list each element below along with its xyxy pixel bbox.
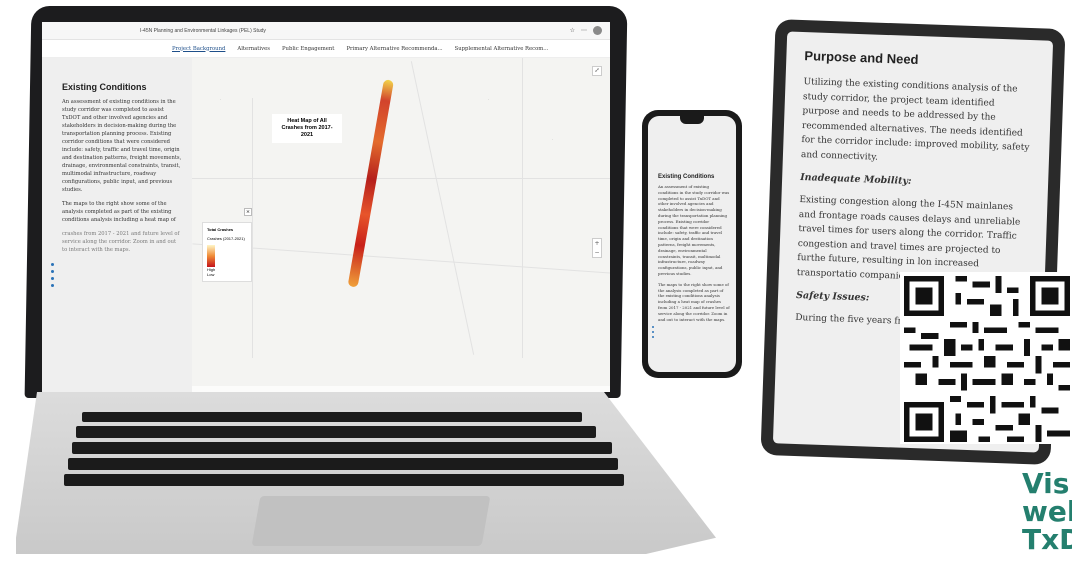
map-town-label: · [488, 98, 490, 102]
phone-paragraph: The maps to the right show some of the a… [658, 281, 730, 322]
laptop-device: I-45N Planning and Environmental Linkage… [0, 0, 716, 562]
phone-title: Existing Conditions [658, 174, 715, 180]
keyboard-row [64, 474, 624, 486]
phone-device: Existing Conditions An assessment of exi… [642, 110, 742, 378]
story-progress-dots[interactable] [51, 263, 54, 287]
story-side-panel: Existing Conditions An assessment of exi… [42, 58, 192, 392]
phone-progress-dots[interactable] [652, 326, 654, 338]
cta-line: TxD [1022, 523, 1072, 556]
panel-title: Existing Conditions [62, 82, 147, 92]
map-road [192, 243, 610, 274]
laptop-base [16, 392, 716, 554]
keyboard-row [72, 442, 612, 454]
tab-supplemental-alternative[interactable]: Supplemental Alternative Recom... [455, 46, 549, 52]
legend-subtitle: Crashes (2017-2021) [207, 236, 245, 241]
progress-dot[interactable] [51, 270, 54, 273]
qr-code-icon [904, 276, 1070, 442]
tab-project-background[interactable]: Project Background [172, 46, 225, 52]
map-town-label: · [552, 138, 554, 142]
laptop-screen: I-45N Planning and Environmental Linkage… [42, 22, 610, 392]
tablet-title: Purpose and Need [804, 48, 919, 68]
map-legend: Total Crashes Crashes (2017-2021) High L… [202, 222, 252, 282]
app-title: I-45N Planning and Environmental Linkage… [140, 27, 266, 34]
tab-alternatives[interactable]: Alternatives [237, 46, 270, 52]
legend-low: Low [207, 272, 215, 277]
progress-dot[interactable] [652, 331, 654, 333]
zoom-in-button[interactable]: + [593, 239, 601, 248]
map-road [410, 61, 475, 355]
map-road [252, 98, 253, 358]
favorite-icon[interactable]: ☆ [570, 27, 575, 34]
tablet-intro: Utilizing the existing conditions analys… [800, 77, 1030, 163]
avatar[interactable] [593, 26, 602, 35]
progress-dot[interactable] [51, 263, 54, 266]
visit-website-cta[interactable]: Vis wel TxD [1022, 470, 1072, 554]
tab-public-engagement[interactable]: Public Engagement [282, 46, 334, 52]
legend-color-ramp [207, 245, 215, 267]
map-town-label: · [220, 98, 222, 102]
heat-map[interactable]: · · · Heat Map of All Crashes from 2017-… [192, 58, 610, 392]
story-tabs: Project Background Alternatives Public E… [42, 40, 610, 58]
qr-code[interactable] [900, 272, 1072, 444]
heading-inadequate-mobility: Inadequate Mobility: [799, 172, 912, 187]
app-header: I-45N Planning and Environmental Linkage… [42, 22, 610, 40]
zoom-controls: + − [592, 238, 602, 258]
keyboard-row [76, 426, 596, 438]
phone-screen: Existing Conditions An assessment of exi… [648, 116, 736, 372]
cta-line: wel [1022, 495, 1072, 528]
zoom-out-button[interactable]: − [593, 248, 601, 257]
progress-dot[interactable] [652, 336, 654, 338]
cta-line: Vis [1022, 467, 1070, 500]
map-road [522, 58, 523, 358]
legend-title: Total Crashes [207, 227, 234, 232]
tab-primary-alternative[interactable]: Primary Alternative Recommenda... [346, 46, 442, 52]
map-road [192, 178, 610, 179]
panel-paragraph: An assessment of existing conditions in … [62, 99, 182, 193]
phone-paragraph: An assessment of existing conditions in … [658, 184, 730, 276]
expand-icon[interactable]: ⤢ [592, 66, 602, 76]
keyboard-row [68, 458, 618, 470]
legend-collapse-button[interactable]: × [244, 208, 252, 216]
app-body: Existing Conditions An assessment of exi… [42, 58, 610, 392]
keyboard-row [82, 412, 582, 422]
progress-dot[interactable] [51, 284, 54, 287]
trackpad [251, 496, 491, 546]
panel-paragraph-faded: crashes from 2017 - 2021 and future leve… [62, 231, 180, 253]
progress-dot[interactable] [51, 277, 54, 280]
map-title: Heat Map of All Crashes from 2017-2021 [272, 114, 342, 143]
panel-paragraph: The maps to the right show some of the a… [62, 201, 176, 223]
phone-notch [680, 116, 704, 124]
keyboard [64, 406, 628, 496]
more-options-icon[interactable]: ⋯ [581, 27, 587, 34]
progress-dot[interactable] [652, 326, 654, 328]
